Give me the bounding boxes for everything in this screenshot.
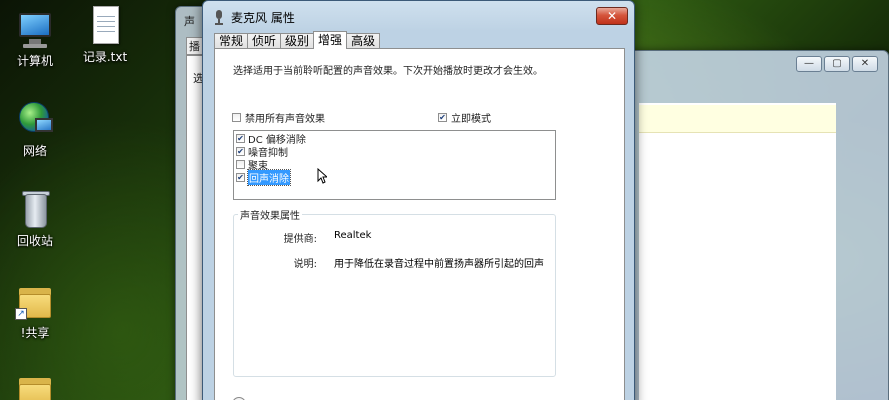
window-title: 声 <box>184 15 195 28</box>
folder-icon <box>15 372 55 400</box>
checkbox-label: 立即模式 <box>451 114 491 125</box>
checkbox-box[interactable]: ✔ <box>438 113 447 122</box>
instruction-text: 选择适用于当前聆听配置的声音效果。下次开始播放时更改才会生效。 <box>233 66 543 77</box>
group-title: 声音效果属性 <box>238 207 302 222</box>
tab-levels[interactable]: 级别 <box>280 33 315 49</box>
desktop-icon-label: 记录.txt <box>82 50 128 64</box>
effect-properties-group: 声音效果属性 提供商: Realtek 说明: 用于降低在录音过程中前置扬声器所… <box>233 207 556 377</box>
effect-item-echo-cancellation[interactable]: ✔ 回声消除 <box>236 169 291 186</box>
desktop-icon-shared-folder[interactable]: ↗ !共享 <box>0 282 70 340</box>
window-controls: — ▢ ✕ <box>796 56 878 72</box>
microphone-icon <box>211 9 227 25</box>
checkbox-box[interactable] <box>236 160 245 169</box>
disable-all-effects-checkbox[interactable]: 禁用所有声音效果 <box>232 110 325 125</box>
minimize-button[interactable]: — <box>796 56 822 72</box>
description-value: 用于降低在录音过程中前置扬声器所引起的回声 <box>334 259 544 270</box>
desktop-icon-computer[interactable]: 计算机 <box>0 10 70 68</box>
dialog-title: 麦克风 属性 <box>231 10 295 25</box>
enhancements-panel: 选择适用于当前聆听配置的声音效果。下次开始播放时更改才会生效。 禁用所有声音效果… <box>214 48 625 400</box>
tab-listen[interactable]: 侦听 <box>247 33 282 49</box>
effect-label-selected: 回声消除 <box>247 169 291 186</box>
description-label: 说明: <box>293 259 317 270</box>
desktop-icon-folder-partial[interactable] <box>0 372 70 400</box>
mouse-cursor-icon <box>317 168 327 184</box>
provider-value: Realtek <box>334 230 372 241</box>
computer-icon <box>15 10 55 50</box>
desktop-icon-label: 回收站 <box>16 234 53 248</box>
checkbox-label: 禁用所有声音效果 <box>245 114 325 125</box>
checkbox-box[interactable] <box>232 113 241 122</box>
close-button[interactable]: ✕ <box>852 56 878 72</box>
shared-folder-icon: ↗ <box>15 282 55 322</box>
maximize-button[interactable]: ▢ <box>824 56 850 72</box>
desktop-icon-label: 计算机 <box>16 54 53 68</box>
checkbox-box[interactable]: ✔ <box>236 173 245 182</box>
desktop-icon-recycle-bin[interactable]: 回收站 <box>0 190 70 248</box>
background-explorer-window[interactable]: — ▢ ✕ <box>620 50 889 400</box>
desktop-icon-network[interactable]: 网络 <box>0 100 70 158</box>
effects-list[interactable]: ✔ DC 偏移消除 ✔ 噪音抑制 聚束 ✔ 回声消除 <box>233 130 556 200</box>
tab-advanced[interactable]: 高级 <box>346 33 381 49</box>
tab-general[interactable]: 常规 <box>214 33 249 49</box>
tab-strip: 常规 侦听 级别 增强 高级 <box>214 31 381 49</box>
desktop-icon-label: !共享 <box>20 326 50 340</box>
microphone-properties-dialog: 麦克风 属性 ✕ 常规 侦听 级别 增强 高级 选择适用于当前聆听配置的声音效果… <box>202 0 635 400</box>
tab-enhancements[interactable]: 增强 <box>313 31 348 49</box>
dialog-title-bar[interactable]: 麦克风 属性 <box>211 8 295 26</box>
checkbox-box[interactable]: ✔ <box>236 134 245 143</box>
recycle-bin-icon <box>15 190 55 230</box>
desktop-icon-label: 网络 <box>22 144 47 158</box>
close-button[interactable]: ✕ <box>596 7 628 25</box>
shortcut-arrow-icon: ↗ <box>15 308 27 320</box>
explorer-content <box>639 103 836 400</box>
network-icon <box>15 100 55 140</box>
checkbox-box[interactable]: ✔ <box>236 147 245 156</box>
text-file-icon <box>85 6 125 46</box>
provider-label: 提供商: <box>283 234 317 245</box>
desktop-icon-text-file[interactable]: 记录.txt <box>70 6 140 64</box>
immediate-mode-checkbox[interactable]: ✔ 立即模式 <box>438 110 491 125</box>
info-bar <box>639 105 836 133</box>
